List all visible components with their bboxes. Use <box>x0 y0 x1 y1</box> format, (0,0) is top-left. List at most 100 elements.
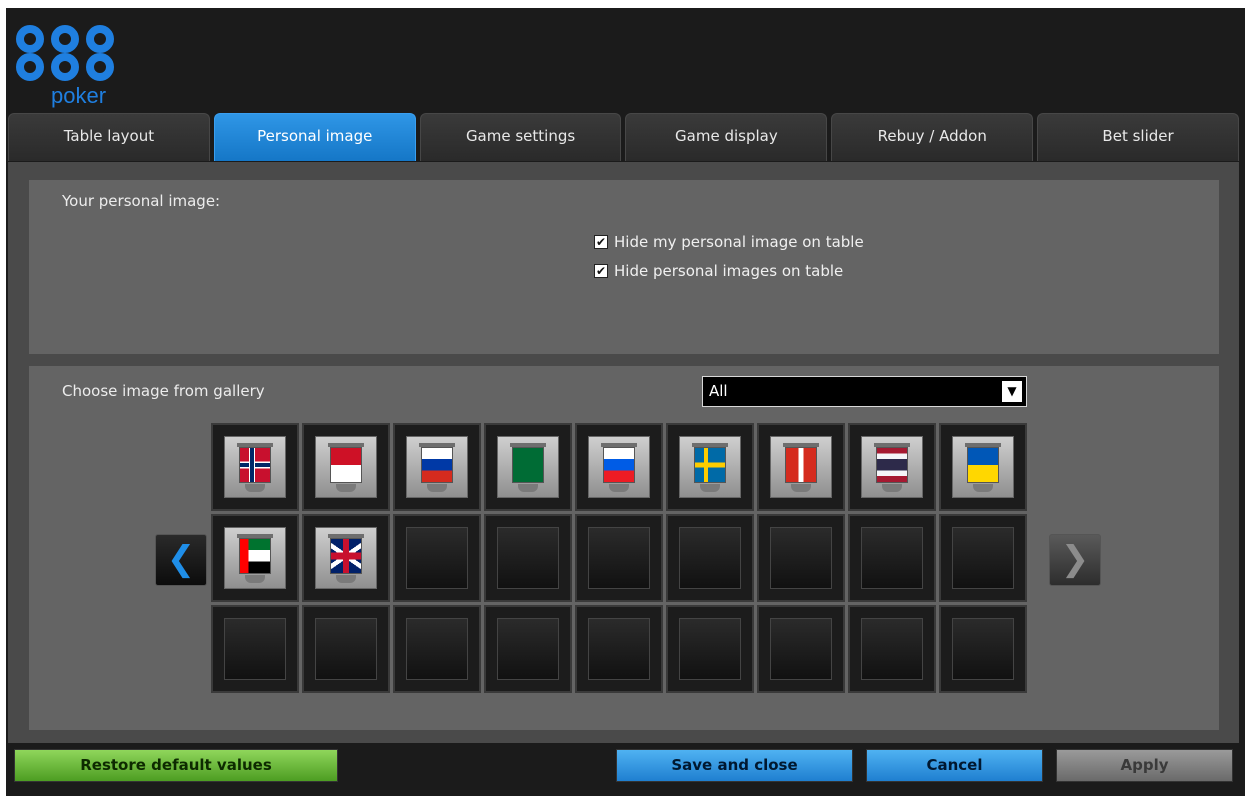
gallery-image-uae-flag[interactable] <box>211 514 299 602</box>
empty-slot-inner <box>679 618 741 680</box>
hide-images-checkbox[interactable]: ✔ <box>594 264 608 278</box>
apply-button[interactable]: Apply <box>1056 749 1233 782</box>
gallery-empty-slot[interactable] <box>393 605 481 693</box>
empty-slot-inner <box>770 527 832 589</box>
gallery-image-thailand-flag[interactable] <box>848 423 936 511</box>
empty-slot-inner <box>861 527 923 589</box>
cancel-button[interactable]: Cancel <box>866 749 1043 782</box>
empty-slot-inner <box>406 618 468 680</box>
gallery-heading: Choose image from gallery <box>62 382 265 400</box>
hide-images-label: Hide personal images on table <box>614 262 844 280</box>
tab-bet-slider[interactable]: Bet slider <box>1037 113 1239 161</box>
gallery-empty-slot[interactable] <box>575 514 663 602</box>
settings-panel: Your personal image: ✔ Hide my personal … <box>8 162 1239 743</box>
hide-my-image-label: Hide my personal image on table <box>614 233 864 251</box>
slovenia-flag-icon <box>603 447 635 483</box>
chevron-left-icon: ❮ <box>166 539 196 579</box>
hide-my-image-option[interactable]: ✔ Hide my personal image on table <box>594 233 864 251</box>
gallery-empty-slot[interactable] <box>939 514 1027 602</box>
image-frame <box>315 527 377 589</box>
gallery-image-sweden-flag[interactable] <box>666 423 754 511</box>
gallery-empty-slot[interactable] <box>575 605 663 693</box>
flag-stand <box>973 484 993 492</box>
empty-slot-inner <box>588 527 650 589</box>
monaco-flag-icon <box>330 447 362 483</box>
gallery-empty-slot[interactable] <box>211 605 299 693</box>
save-and-close-button[interactable]: Save and close <box>616 749 853 782</box>
saudi-arabia-flag-icon <box>512 447 544 483</box>
gallery-empty-slot[interactable] <box>666 514 754 602</box>
hide-images-option[interactable]: ✔ Hide personal images on table <box>594 262 843 280</box>
gallery-image-slovenia-flag[interactable] <box>575 423 663 511</box>
image-frame <box>497 436 559 498</box>
restore-defaults-button[interactable]: Restore default values <box>14 749 338 782</box>
image-frame <box>224 436 286 498</box>
image-frame <box>770 436 832 498</box>
image-frame <box>315 436 377 498</box>
united-kingdom-flag-icon <box>330 538 362 574</box>
gallery-empty-slot[interactable] <box>484 514 572 602</box>
personal-image-heading: Your personal image: <box>62 192 221 210</box>
gallery-empty-slot[interactable] <box>848 605 936 693</box>
tab-rebuy-addon[interactable]: Rebuy / Addon <box>831 113 1034 161</box>
gallery-empty-slot[interactable] <box>393 514 481 602</box>
empty-slot-inner <box>952 618 1014 680</box>
empty-slot-inner <box>315 618 377 680</box>
gallery-empty-slot[interactable] <box>484 605 572 693</box>
gallery-grid <box>211 423 1027 693</box>
gallery-image-switzerland-flag[interactable] <box>757 423 845 511</box>
flag-stand <box>245 575 265 583</box>
hide-my-image-checkbox[interactable]: ✔ <box>594 235 608 249</box>
gallery-empty-slot[interactable] <box>302 605 390 693</box>
switzerland-flag-icon <box>785 447 817 483</box>
image-frame <box>861 436 923 498</box>
image-frame <box>588 436 650 498</box>
empty-slot-inner <box>224 618 286 680</box>
gallery-image-saudi-arabia-flag[interactable] <box>484 423 572 511</box>
gallery-empty-slot[interactable] <box>666 605 754 693</box>
settings-window: poker Table layout Personal image Game s… <box>6 8 1245 796</box>
empty-slot-inner <box>588 618 650 680</box>
gallery-filter-select[interactable]: All ▼ <box>702 376 1027 407</box>
gallery-filter-value: All <box>709 382 728 400</box>
flag-stand <box>245 484 265 492</box>
sweden-flag-icon <box>694 447 726 483</box>
chevron-down-icon[interactable]: ▼ <box>1002 381 1022 402</box>
chevron-right-icon: ❯ <box>1060 539 1090 579</box>
ukraine-flag-icon <box>967 447 999 483</box>
flag-stand <box>336 575 356 583</box>
flag-stand <box>700 484 720 492</box>
empty-slot-inner <box>952 527 1014 589</box>
gallery-image-norway-flag[interactable] <box>211 423 299 511</box>
gallery-empty-slot[interactable] <box>757 605 845 693</box>
thailand-flag-icon <box>876 447 908 483</box>
russia-flag-icon <box>421 447 453 483</box>
gallery-section: Choose image from gallery All ▼ ❮ ❯ <box>29 366 1219 730</box>
tab-table-layout[interactable]: Table layout <box>8 113 210 161</box>
gallery-empty-slot[interactable] <box>848 514 936 602</box>
uae-flag-icon <box>239 538 271 574</box>
gallery-empty-slot[interactable] <box>757 514 845 602</box>
image-frame <box>679 436 741 498</box>
flag-stand <box>336 484 356 492</box>
settings-tabs: Table layout Personal image Game setting… <box>8 113 1239 161</box>
tab-game-display[interactable]: Game display <box>625 113 828 161</box>
gallery-image-monaco-flag[interactable] <box>302 423 390 511</box>
tab-game-settings[interactable]: Game settings <box>419 113 622 161</box>
gallery-prev-button[interactable]: ❮ <box>155 534 207 586</box>
empty-slot-inner <box>861 618 923 680</box>
empty-slot-inner <box>679 527 741 589</box>
gallery-empty-slot[interactable] <box>939 605 1027 693</box>
flag-stand <box>427 484 447 492</box>
empty-slot-inner <box>406 527 468 589</box>
flag-stand <box>518 484 538 492</box>
gallery-image-united-kingdom-flag[interactable] <box>302 514 390 602</box>
gallery-image-ukraine-flag[interactable] <box>939 423 1027 511</box>
gallery-next-button[interactable]: ❯ <box>1049 534 1101 586</box>
flag-stand <box>609 484 629 492</box>
tab-personal-image[interactable]: Personal image <box>213 113 416 161</box>
logo-word: poker <box>51 83 107 108</box>
gallery-image-russia-flag[interactable] <box>393 423 481 511</box>
888poker-logo: poker <box>13 23 123 113</box>
image-frame <box>224 527 286 589</box>
